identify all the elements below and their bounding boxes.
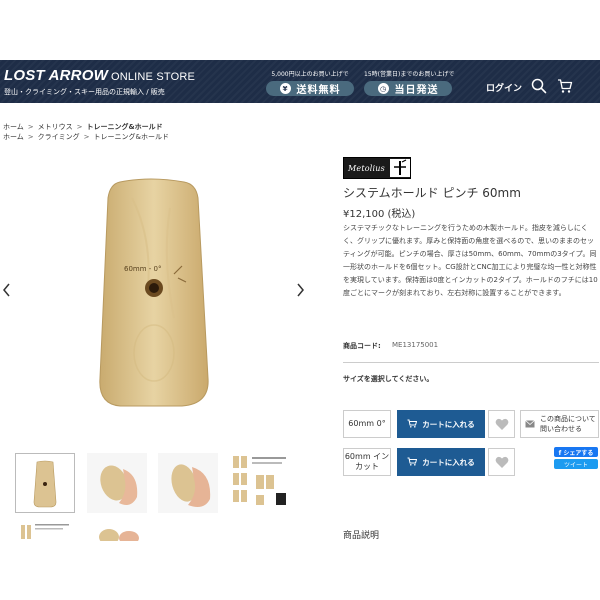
- product-code-label: 商品コード:: [343, 342, 381, 350]
- promo-note: 5,000円以上のお買い上げで: [271, 71, 349, 78]
- product-code-value: ME13175001: [392, 341, 439, 349]
- promo-pill: ¥ 送料無料: [266, 81, 354, 96]
- chevron-right-icon[interactable]: [294, 282, 306, 298]
- cart-icon[interactable]: [557, 78, 573, 94]
- breadcrumb-separator: >: [27, 133, 34, 141]
- favorite-button[interactable]: [488, 448, 515, 476]
- product-main-image: 60mm - 0°: [92, 178, 212, 410]
- metolius-mark-icon: [390, 159, 410, 177]
- mail-icon: [525, 420, 535, 428]
- search-icon[interactable]: [531, 78, 547, 94]
- breadcrumb-separator: >: [83, 133, 90, 141]
- yen-icon: ¥: [279, 83, 291, 94]
- favorite-button[interactable]: [488, 410, 515, 438]
- twitter-tweet-button[interactable]: ツイート: [554, 459, 598, 469]
- thumbnail[interactable]: [15, 453, 75, 513]
- add-to-cart-label: カートに入れる: [422, 419, 475, 429]
- thumbnail[interactable]: [158, 453, 218, 513]
- site-tagline: 登山・クライミング・スキー用品の正規輸入 / 販売: [4, 88, 165, 96]
- site-logo[interactable]: LOST ARROW ONLINE STORE: [4, 67, 195, 84]
- breadcrumb: ホーム > メトリウス > トレーニング&ホールド: [3, 122, 163, 132]
- promo-pill: ◷ 当日発送: [364, 81, 452, 96]
- brand-name: Metolius: [348, 163, 385, 173]
- variant-label: 60mm 0°: [343, 410, 391, 438]
- breadcrumb-climbing[interactable]: クライミング: [38, 132, 80, 142]
- thumbnail[interactable]: [87, 521, 147, 541]
- breadcrumb-home[interactable]: ホーム: [3, 122, 24, 132]
- heart-icon: [495, 418, 508, 430]
- cart-icon: [407, 419, 418, 430]
- cart-icon: [407, 457, 418, 468]
- chevron-left-icon[interactable]: [1, 282, 13, 298]
- brand-logo[interactable]: Metolius: [343, 157, 411, 179]
- inquiry-label: この商品について 問い合わせる: [540, 415, 596, 433]
- add-to-cart-label: カートに入れる: [422, 457, 475, 467]
- add-to-cart-button[interactable]: カートに入れる: [397, 448, 485, 476]
- thumbnail[interactable]: [15, 521, 75, 541]
- inquiry-button[interactable]: この商品について 問い合わせる: [520, 410, 599, 438]
- product-description: システマチックなトレーニングを行うための木製ホールド。指皮を減らしにくく、グリッ…: [343, 224, 598, 297]
- promo-label: 当日発送: [394, 85, 439, 96]
- site-header: LOST ARROW ONLINE STORE 登山・クライミング・スキー用品の正…: [0, 60, 600, 103]
- section-title-description: 商品説明: [343, 531, 380, 541]
- promo-label: 送料無料: [296, 85, 341, 96]
- free-shipping-promo[interactable]: 5,000円以上のお買い上げで ¥ 送料無料: [266, 69, 354, 96]
- product-title: システムホールド ピンチ 60mm: [343, 186, 521, 200]
- hold-engraving: 60mm - 0°: [124, 265, 161, 273]
- breadcrumb-category[interactable]: トレーニング&ホールド: [94, 132, 169, 142]
- breadcrumb-separator: >: [27, 123, 34, 131]
- breadcrumb-brand[interactable]: メトリウス: [38, 122, 73, 132]
- facebook-share-button[interactable]: f シェアする: [554, 447, 598, 457]
- divider: [343, 362, 599, 363]
- thumbnail[interactable]: [230, 453, 290, 513]
- heart-icon: [495, 456, 508, 468]
- thumbnail[interactable]: [87, 453, 147, 513]
- variant-label: 60mm インカット: [343, 448, 391, 476]
- login-link[interactable]: ログイン: [486, 81, 522, 94]
- add-to-cart-button[interactable]: カートに入れる: [397, 410, 485, 438]
- logo-sub: ONLINE STORE: [110, 71, 196, 83]
- logo-main: LOST ARROW: [4, 67, 108, 84]
- same-day-shipping-promo[interactable]: 15時(営業日)までのお買い上げで ◷ 当日発送: [364, 69, 455, 96]
- size-prompt: サイズを選択してください。: [343, 375, 434, 383]
- promo-note: 15時(営業日)までのお買い上げで: [364, 71, 455, 78]
- breadcrumb-category[interactable]: トレーニング&ホールド: [87, 122, 163, 132]
- breadcrumb-home[interactable]: ホーム: [3, 132, 24, 142]
- breadcrumb-separator: >: [76, 123, 83, 131]
- product-price: ¥12,100 (税込): [343, 209, 416, 220]
- clock-icon: ◷: [377, 83, 389, 94]
- breadcrumb: ホーム > クライミング > トレーニング&ホールド: [3, 132, 169, 142]
